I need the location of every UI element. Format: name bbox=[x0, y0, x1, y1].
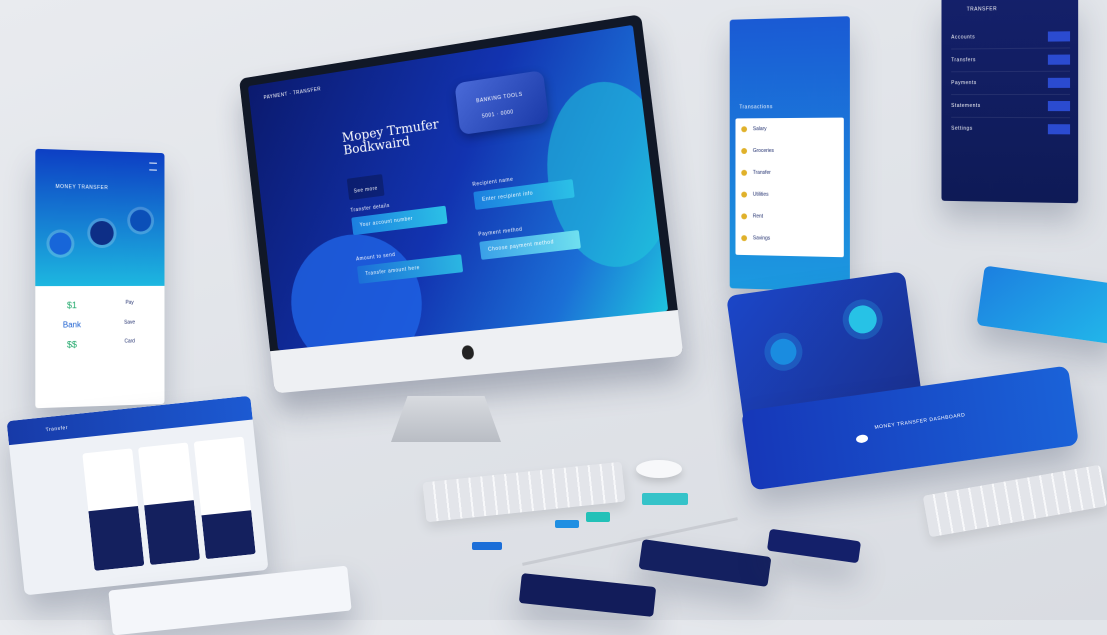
phone bbox=[519, 573, 656, 617]
dashboard-card[interactable] bbox=[194, 437, 256, 560]
field-3-value: Transfer amount here bbox=[365, 265, 420, 277]
app-logo-icon bbox=[856, 434, 869, 444]
chip bbox=[642, 493, 688, 505]
lock-icon bbox=[769, 337, 798, 366]
apple-logo-icon bbox=[461, 345, 474, 360]
phone bbox=[767, 529, 861, 564]
coin-icon bbox=[741, 126, 747, 132]
field-4-value: Choose payment method bbox=[488, 239, 555, 253]
imac-monitor: PAYMENT · TRANSFER Mopey Trmufer Bodkwai… bbox=[241, 46, 661, 451]
right-phone-panel: Transactions Salary Groceries Transfer U… bbox=[730, 16, 850, 292]
grid-item[interactable]: $1 bbox=[45, 300, 98, 310]
grid-item[interactable]: Card bbox=[104, 338, 155, 349]
chip bbox=[472, 542, 502, 550]
card-number: 5001 · 0000 bbox=[482, 109, 514, 120]
tablet-title: MONEY TRANSFER bbox=[55, 184, 108, 191]
menu-row-label: Settings bbox=[951, 126, 973, 132]
mouse[interactable] bbox=[636, 460, 682, 478]
list-item-label: Savings bbox=[753, 235, 770, 241]
field-1-label: Transfer details bbox=[350, 203, 390, 214]
coin-icon bbox=[741, 148, 747, 154]
menu-row[interactable]: Settings bbox=[951, 118, 1070, 141]
panel-title: Transactions bbox=[739, 104, 772, 110]
receive-icon[interactable] bbox=[90, 221, 113, 245]
bottom-left-laptop: Transfer bbox=[7, 396, 269, 596]
list-item-label: Transfer bbox=[753, 170, 771, 176]
list-item[interactable]: Rent bbox=[735, 205, 843, 229]
field-1-value: Your account number bbox=[359, 216, 413, 229]
edge-tablet bbox=[977, 266, 1107, 345]
list-item-label: Salary bbox=[753, 126, 767, 132]
row-tile bbox=[1048, 124, 1070, 134]
menu-row-label: Accounts bbox=[951, 34, 975, 40]
monitor-stand bbox=[391, 396, 501, 442]
cta-label: See more bbox=[354, 186, 379, 195]
list-item-label: Utilities bbox=[753, 192, 769, 198]
grid-item[interactable]: Save bbox=[104, 319, 155, 329]
keyboard[interactable] bbox=[923, 465, 1107, 538]
tablet-header: MONEY TRANSFER bbox=[35, 149, 164, 286]
coin-icon bbox=[741, 170, 747, 176]
row-tile bbox=[1048, 31, 1070, 41]
coin-icon bbox=[741, 213, 747, 219]
monitor-screen: PAYMENT · TRANSFER Mopey Trmufer Bodkwai… bbox=[248, 25, 668, 351]
transaction-list: Salary Groceries Transfer Utilities Rent… bbox=[735, 118, 843, 258]
field-4-label: Payment method bbox=[478, 227, 523, 238]
menu-row[interactable]: Payments bbox=[951, 72, 1070, 95]
cta-button[interactable]: See more bbox=[347, 174, 385, 200]
menu-icon[interactable] bbox=[149, 163, 157, 171]
field-2-value: Enter recipient info bbox=[482, 190, 534, 203]
chip bbox=[555, 520, 579, 528]
wide-tablet-title: MONEY TRANSFER DASHBOARD bbox=[874, 412, 966, 431]
screen-blob-left bbox=[284, 227, 429, 351]
menu-row-label: Statements bbox=[951, 103, 981, 109]
phone bbox=[639, 539, 772, 587]
dashboard-card[interactable] bbox=[82, 448, 144, 571]
chip bbox=[586, 512, 610, 522]
list-item[interactable]: Savings bbox=[735, 227, 843, 251]
bank-card[interactable]: BANKING TOOLS 5001 · 0000 bbox=[454, 70, 549, 135]
card-label: BANKING TOOLS bbox=[476, 92, 523, 105]
shield-icon bbox=[847, 304, 879, 336]
brand-logo: PAYMENT · TRANSFER bbox=[263, 86, 321, 101]
panel-title: TRANSFER bbox=[967, 6, 997, 12]
menu-row-label: Transfers bbox=[951, 57, 976, 63]
list-item-label: Rent bbox=[753, 214, 763, 220]
menu-row[interactable]: Statements bbox=[951, 95, 1070, 118]
row-tile bbox=[1048, 101, 1070, 111]
row-tile bbox=[1048, 55, 1070, 65]
row-tile bbox=[1048, 78, 1070, 88]
coin-icon bbox=[741, 235, 747, 241]
left-tablet: MONEY TRANSFER $1 Pay Bank Save $$ Card bbox=[35, 149, 164, 408]
list-item[interactable]: Transfer bbox=[735, 162, 843, 184]
list-item[interactable]: Salary bbox=[735, 118, 843, 141]
dashboard-card[interactable] bbox=[138, 442, 200, 565]
grid-item[interactable]: Bank bbox=[45, 320, 98, 330]
menu-row[interactable]: Transfers bbox=[951, 48, 1070, 72]
top-right-panel: TRANSFER Accounts Transfers Payments Sta… bbox=[941, 0, 1078, 203]
field-2-label: Recipient name bbox=[472, 177, 514, 188]
laptop-title: Transfer bbox=[45, 425, 68, 433]
list-item-label: Groceries bbox=[753, 148, 774, 154]
coin-icon bbox=[741, 192, 747, 198]
menu-row-label: Payments bbox=[951, 80, 977, 86]
send-icon[interactable] bbox=[49, 232, 71, 254]
grid-item[interactable]: $$ bbox=[45, 339, 98, 350]
monitor-bezel: PAYMENT · TRANSFER Mopey Trmufer Bodkwai… bbox=[239, 14, 683, 393]
list-item[interactable]: Groceries bbox=[735, 140, 843, 162]
field-1[interactable]: Transfer details Your account number bbox=[351, 206, 447, 236]
history-icon[interactable] bbox=[130, 210, 151, 232]
list-item[interactable]: Utilities bbox=[735, 184, 843, 207]
headline: Mopey Trmufer Bodkwaird bbox=[341, 118, 441, 157]
menu-row[interactable]: Accounts bbox=[951, 25, 1070, 49]
grid-item[interactable]: Pay bbox=[104, 300, 155, 310]
field-4[interactable]: Payment method Choose payment method bbox=[479, 230, 581, 260]
